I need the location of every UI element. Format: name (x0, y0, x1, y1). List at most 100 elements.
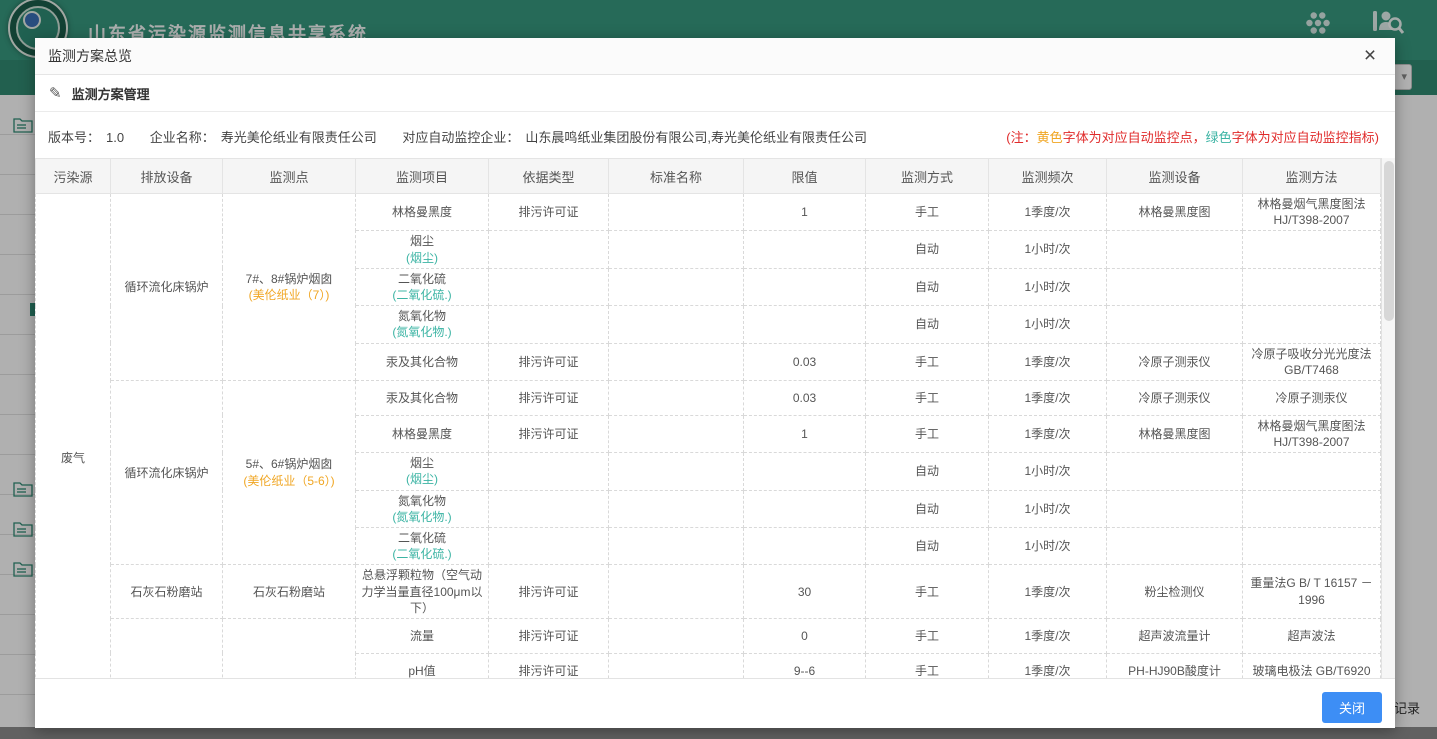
cell-monitor-frequency: 1小时/次 (989, 231, 1107, 268)
cell-monitor-frequency: 1小时/次 (989, 490, 1107, 527)
cell-item: 烟尘(烟尘) (356, 453, 489, 490)
cell-monitor-method: 林格曼烟气黑度图法HJ/T398-2007 (1243, 194, 1381, 231)
plan-meta: 版本号：1.0 企业名称：寿光美伦纸业有限责任公司 对应自动监控企业：山东晨鸣纸… (48, 127, 873, 146)
cell-basis-type (489, 231, 609, 268)
cell-monitor-frequency: 1季度/次 (989, 565, 1107, 619)
scrollbar-thumb[interactable] (1384, 161, 1394, 321)
auto-monitor-point-note: (美伦纸业（7）) (227, 287, 351, 303)
modal-titlebar: 监测方案总览 × (35, 38, 1395, 75)
cell-standard-name (609, 618, 744, 653)
cell-monitor-method: 超声波法 (1243, 618, 1381, 653)
screen: 山东省污染源监测信息共享系统 查询 (0, 0, 1437, 739)
cell-monitor-mode: 自动 (866, 268, 989, 305)
auto-company-label: 对应自动监控企业： (402, 130, 519, 145)
cell-monitor-method: 重量法G B/ T 16157 － 1996 (1243, 565, 1381, 619)
cell-monitor-method (1243, 268, 1381, 305)
cell-item: 流量 (356, 618, 489, 653)
cell-device: 循环流化床锅炉 (111, 194, 223, 381)
cell-limit (744, 231, 866, 268)
cell-limit: 0.03 (744, 343, 866, 380)
close-button[interactable]: 关闭 (1322, 692, 1382, 723)
cell-monitor-frequency: 1小时/次 (989, 528, 1107, 565)
cell-basis-type: 排污许可证 (489, 565, 609, 619)
cell-limit: 30 (744, 565, 866, 619)
cell-monitor-equipment (1107, 306, 1243, 343)
column-header: 监测点 (223, 159, 356, 194)
cell-monitor-mode: 手工 (866, 194, 989, 231)
cell-limit (744, 453, 866, 490)
cell-monitor-equipment (1107, 268, 1243, 305)
column-header: 依据类型 (489, 159, 609, 194)
cell-limit: 1 (744, 415, 866, 452)
cell-monitor-method: 玻璃电极法 GB/T6920 (1243, 653, 1381, 678)
table-row: 循环流化床锅炉5#、6#锅炉烟囱(美伦纸业（5-6）)汞及其化合物排污许可证0.… (36, 380, 1381, 415)
column-header: 污染源 (36, 159, 111, 194)
cell-monitor-equipment: 林格曼黑度图 (1107, 194, 1243, 231)
cell-standard-name (609, 528, 744, 565)
auto-monitor-indicator-note: (烟尘) (360, 471, 484, 487)
cell-monitor-equipment (1107, 453, 1243, 490)
company-label: 企业名称： (150, 130, 215, 145)
auto-monitor-point-note: (美伦纸业（5-6）) (227, 473, 351, 489)
cell-monitor-frequency: 1小时/次 (989, 306, 1107, 343)
cell-limit (744, 528, 866, 565)
cell-pollution-source: 废气 (36, 194, 111, 679)
cell-monitor-mode: 手工 (866, 343, 989, 380)
version-value: 1.0 (106, 130, 124, 145)
cell-monitor-frequency: 1季度/次 (989, 194, 1107, 231)
cell-item: 烟尘(烟尘) (356, 231, 489, 268)
note-prefix: (注： (1006, 130, 1036, 145)
monitoring-plan-modal: 监测方案总览 × ✎ 监测方案管理 版本号：1.0 企业名称：寿光美伦纸业有限责… (35, 38, 1395, 728)
cell-standard-name (609, 268, 744, 305)
color-legend-note: (注：黄色字体为对应自动监控点，绿色字体为对应自动监控指标) (1006, 127, 1379, 146)
cell-monitor-equipment (1107, 528, 1243, 565)
cell-monitor-equipment: 林格曼黑度图 (1107, 415, 1243, 452)
cell-monitor-equipment (1107, 490, 1243, 527)
cell-limit (744, 306, 866, 343)
cell-item: 林格曼黑度 (356, 415, 489, 452)
cell-standard-name (609, 306, 744, 343)
cell-monitor-mode: 手工 (866, 618, 989, 653)
cell-monitor-mode: 手工 (866, 380, 989, 415)
cell-standard-name (609, 415, 744, 452)
cell-item: 氮氧化物(氮氧化物.) (356, 490, 489, 527)
note-mid: 字体为对应自动监控点， (1063, 130, 1206, 145)
column-header: 排放设备 (111, 159, 223, 194)
cell-item: 氮氧化物(氮氧化物.) (356, 306, 489, 343)
cell-item: 总悬浮颗粒物（空气动力学当量直径100μm以下） (356, 565, 489, 619)
column-header: 限值 (744, 159, 866, 194)
column-header: 监测项目 (356, 159, 489, 194)
auto-company-value: 山东晨鸣纸业集团股份有限公司,寿光美伦纸业有限责任公司 (525, 130, 867, 145)
cell-monitor-mode: 手工 (866, 565, 989, 619)
close-icon[interactable]: × (1357, 38, 1383, 75)
cell-monitor-equipment: 超声波流量计 (1107, 618, 1243, 653)
cell-device: 循环流化床锅炉 (111, 380, 223, 565)
auto-monitor-indicator-note: (氮氧化物.) (360, 509, 484, 525)
cell-standard-name (609, 565, 744, 619)
table-row: 流量排污许可证0手工1季度/次超声波流量计超声波法 (36, 618, 1381, 653)
cell-standard-name (609, 490, 744, 527)
cell-limit: 1 (744, 194, 866, 231)
cell-standard-name (609, 343, 744, 380)
cell-standard-name (609, 453, 744, 490)
cell-monitor-mode: 手工 (866, 653, 989, 678)
table-scrollbar[interactable] (1381, 158, 1395, 678)
cell-basis-type: 排污许可证 (489, 653, 609, 678)
table-row: 废气循环流化床锅炉7#、8#锅炉烟囱(美伦纸业（7）)林格曼黑度排污许可证1手工… (36, 194, 1381, 231)
cell-basis-type (489, 453, 609, 490)
table-header-row: 污染源排放设备监测点监测项目依据类型标准名称限值监测方式监测频次监测设备监测方法 (36, 159, 1381, 194)
cell-basis-type (489, 268, 609, 305)
cell-monitor-method (1243, 231, 1381, 268)
pencil-icon: ✎ (49, 84, 62, 102)
auto-monitor-indicator-note: (烟尘) (360, 250, 484, 266)
cell-monitor-method (1243, 453, 1381, 490)
cell-monitor-equipment (1107, 231, 1243, 268)
cell-limit (744, 268, 866, 305)
cell-monitor-method (1243, 528, 1381, 565)
cell-basis-type: 排污许可证 (489, 343, 609, 380)
cell-basis-type: 排污许可证 (489, 194, 609, 231)
cell-basis-type (489, 490, 609, 527)
cell-limit: 0 (744, 618, 866, 653)
cell-monitor-method: 林格曼烟气黑度图法HJ/T398-2007 (1243, 415, 1381, 452)
column-header: 监测方式 (866, 159, 989, 194)
